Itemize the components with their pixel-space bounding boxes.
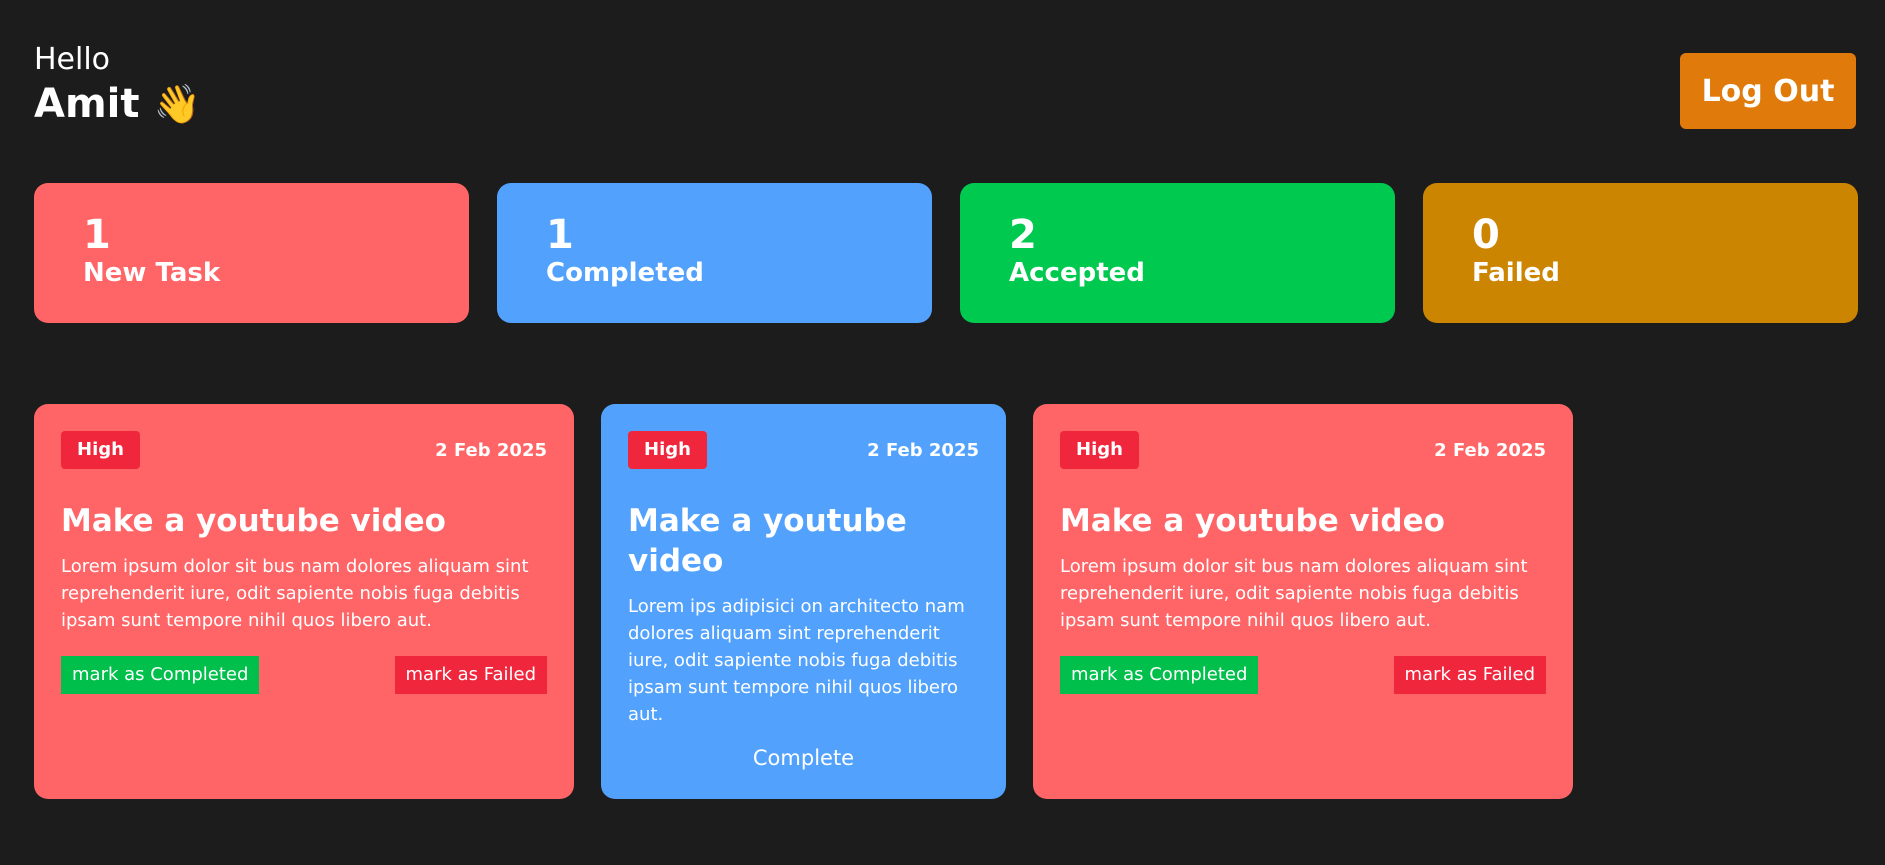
dashboard: Hello Amit 👋 Log Out 1 New Task 1 Comple… [0, 0, 1885, 865]
stat-count: 1 [546, 212, 574, 258]
stat-label: New Task [83, 258, 221, 288]
stats-row: 1 New Task 1 Completed 2 Accepted 0 Fail… [34, 183, 1858, 323]
stat-label: Accepted [1009, 258, 1145, 288]
mark-failed-button[interactable]: mark as Failed [1393, 656, 1546, 694]
stat-card-accepted: 2 Accepted [960, 183, 1395, 323]
task-status: Complete [752, 746, 855, 770]
waving-hand-icon: 👋 [153, 82, 201, 126]
stat-card-completed: 1 Completed [497, 183, 932, 323]
task-header: High 2 Feb 2025 [1060, 431, 1546, 469]
task-header: High 2 Feb 2025 [628, 431, 979, 469]
priority-badge: High [628, 431, 707, 469]
task-header: High 2 Feb 2025 [61, 431, 547, 469]
stat-card-failed: 0 Failed [1423, 183, 1858, 323]
priority-badge: High [61, 431, 140, 469]
mark-completed-button[interactable]: mark as Completed [61, 656, 260, 694]
task-list: High 2 Feb 2025 Make a youtube video Lor… [34, 404, 1573, 799]
mark-completed-button[interactable]: mark as Completed [1060, 656, 1259, 694]
task-card: High 2 Feb 2025 Make a youtube video Lor… [34, 404, 574, 799]
logout-button[interactable]: Log Out [1680, 53, 1856, 129]
stat-label: Completed [546, 258, 704, 288]
stat-label: Failed [1472, 258, 1560, 288]
greeting: Hello Amit 👋 [34, 40, 201, 128]
task-actions: mark as Completed mark as Failed [1060, 656, 1546, 694]
task-description: Lorem ips adipisici on architecto nam do… [628, 596, 965, 725]
task-date: 2 Feb 2025 [1434, 439, 1546, 461]
greeting-hello: Hello [34, 42, 111, 77]
task-actions: mark as Completed mark as Failed [61, 656, 547, 694]
task-date: 2 Feb 2025 [867, 439, 979, 461]
stat-count: 0 [1472, 212, 1500, 258]
stat-count: 1 [83, 212, 111, 258]
task-card: High 2 Feb 2025 Make a youtube video Lor… [601, 404, 1006, 799]
task-date: 2 Feb 2025 [435, 439, 547, 461]
task-description: Lorem ipsum dolor sit bus nam dolores al… [1060, 556, 1528, 631]
task-title: Make a youtube video [61, 503, 446, 539]
priority-badge: High [1060, 431, 1139, 469]
mark-failed-button[interactable]: mark as Failed [394, 656, 547, 694]
stat-count: 2 [1009, 212, 1037, 258]
task-card: High 2 Feb 2025 Make a youtube video Lor… [1033, 404, 1573, 799]
task-title: Make a youtube video [1060, 503, 1445, 539]
task-title: Make a youtube video [628, 503, 907, 579]
stat-card-new-task: 1 New Task [34, 183, 469, 323]
greeting-name-row: Amit 👋 [34, 80, 201, 128]
task-description: Lorem ipsum dolor sit bus nam dolores al… [61, 556, 529, 631]
user-name: Amit [34, 81, 140, 127]
